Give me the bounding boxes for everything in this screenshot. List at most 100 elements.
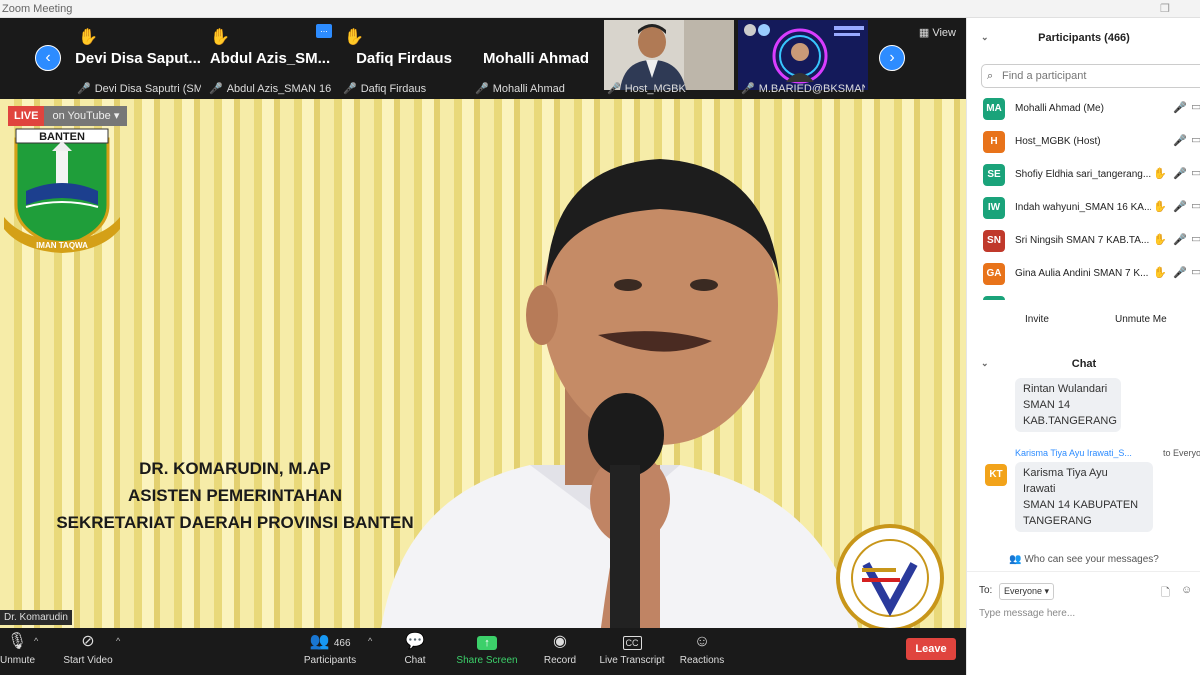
share-screen-label: Share Screen [456, 655, 518, 666]
invite-button[interactable]: Invite [1025, 314, 1049, 325]
view-button[interactable]: ▦ View [919, 26, 956, 39]
participant-row[interactable]: IW Indah wahyuni_SMAN 16 KA... ✋ 🎤 ▭ [967, 193, 1200, 226]
share-screen-button[interactable]: ↑ Share Screen [454, 632, 520, 666]
participant-row[interactable]: GA Gina Aulia Andini SMAN 7 K... ✋ 🎤 ▭ [967, 259, 1200, 292]
chat-header: ⌄ Chat [967, 358, 1200, 370]
raised-hand-icon: ✋ [1153, 234, 1167, 246]
participant-row[interactable]: H Host_MGBK (Host) 🎤 ▭ [967, 127, 1200, 160]
recipient-select[interactable]: Everyone ▾ [999, 583, 1055, 600]
reactions-button[interactable]: ☺ Reactions [678, 632, 726, 666]
caption-line: SEKRETARIAT DAERAH PROVINSI BANTEN [56, 513, 414, 532]
participant-name: Sri Ningsih SMAN 7 KAB.TA... [1015, 235, 1150, 246]
message-line: KAB.TANGERANG [1023, 415, 1117, 427]
participants-button[interactable]: 👥 466 Participants [300, 632, 360, 666]
raised-hand-icon: ✋ [1153, 267, 1167, 279]
video-off-icon: ▭ [1191, 233, 1200, 245]
participant-row[interactable]: SE Shofiy Eldhia sari_tangerang... ✋ 🎤 ▭ [967, 160, 1200, 193]
meeting-stage: ‹ ✋ Devi Disa Saput... 🎤 Devi Disa Saputr… [0, 18, 966, 628]
unmute-label: Unmute [0, 655, 36, 666]
start-video-button[interactable]: ⊘ Start Video [60, 632, 116, 666]
record-button[interactable]: ◉ Record [540, 632, 580, 666]
chat-message-input[interactable]: Type message here... [979, 608, 1075, 619]
strip-next-button[interactable]: › [879, 45, 905, 71]
chat-message-bubble: Rintan Wulandari SMAN 14 KAB.TANGERANG [1015, 378, 1121, 432]
participant-video-tile[interactable]: 🎤M.BARIED@BKSMAN5... [738, 20, 868, 99]
participants-title: Participants (466) [1038, 32, 1130, 44]
participant-tile[interactable]: ✋ Abdul Azis_SM... 🎤 Abdul Azis_SMAN 16 .… [206, 20, 334, 99]
video-off-icon: ▭ [1191, 167, 1200, 179]
participants-options-caret[interactable]: ^ [368, 636, 372, 646]
chat-label: Chat [404, 655, 426, 666]
participant-name: Mohalli Ahmad (Me) [1015, 103, 1104, 114]
leave-button[interactable]: Leave [906, 638, 956, 660]
participants-count: 466 [333, 638, 351, 649]
mic-muted-icon: 🎤 [1173, 168, 1187, 180]
collapse-chevron-icon[interactable]: ⌄ [981, 358, 989, 369]
window-titlebar: Zoom Meeting ❐ [0, 0, 1200, 18]
host-video-feed [604, 20, 734, 90]
participant-row[interactable]: MA Mohalli Ahmad (Me) 🎤 ▭ [967, 94, 1200, 127]
speaker-figure [381, 159, 859, 628]
grid-icon: ▦ [918, 27, 933, 39]
mic-muted-icon: 🎤 [343, 83, 357, 95]
who-can-see-link[interactable]: 👥 Who can see your messages? [967, 554, 1200, 572]
chat-button[interactable]: 💬 Chat [396, 632, 434, 666]
participant-strip: ‹ ✋ Devi Disa Saput... 🎤 Devi Disa Saputr… [0, 18, 966, 99]
avatar: SN [983, 230, 1005, 252]
participant-tile[interactable]: ✋ Devi Disa Saput... 🎤 Devi Disa Saputri … [74, 20, 202, 99]
raised-hand-icon: ✋ [344, 29, 364, 46]
tile-label: 🎤 Devi Disa Saputri (SM... [77, 83, 201, 95]
video-off-icon: ▭ [1191, 134, 1200, 146]
raised-hand-icon: ✋ [1153, 201, 1167, 213]
message-line: Rintan Wulandari [1023, 383, 1108, 395]
restore-icon[interactable]: ❐ [1160, 0, 1170, 18]
record-label: Record [543, 655, 577, 666]
tile-name: Mohalli Ahmad [482, 50, 590, 67]
tile-name: Abdul Azis_SM... [209, 50, 331, 67]
participant-tile[interactable]: ✋ Dafiq Firdaus 🎤 Dafiq Firdaus [340, 20, 468, 99]
organization-seal-logo [836, 524, 944, 628]
message-line: SMAN 14 [1023, 399, 1071, 411]
collapse-chevron-icon[interactable]: ⌄ [981, 32, 989, 43]
live-transcript-button[interactable]: CC Live Transcript [596, 632, 668, 666]
tile-name: Dafiq Firdaus [356, 50, 452, 67]
to-label: To: [979, 585, 993, 596]
video-off-icon: ▭ [1191, 200, 1200, 212]
participant-video-feed [738, 20, 868, 90]
message-line: Irawati [1023, 483, 1056, 495]
file-icon[interactable]: 🗋 [1161, 584, 1170, 603]
mic-off-icon: 🎙 [6, 633, 28, 650]
tile-label: 🎤M.BARIED@BKSMAN5... [741, 83, 865, 95]
chat-title: Chat [1071, 358, 1097, 370]
speaker-caption: DR. KOMARUDIN, M.AP ASISTEN PEMERINTAHAN… [0, 455, 470, 536]
message-line: Karisma Tiya Ayu [1023, 467, 1108, 479]
caption-line: DR. KOMARUDIN, M.AP [139, 459, 331, 478]
live-transcript-label: Live Transcript [599, 655, 665, 666]
participant-tile[interactable]: Mohalli Ahmad 🎤 Mohalli Ahmad [472, 20, 600, 99]
unmute-me-button[interactable]: Unmute Me [1115, 314, 1167, 325]
strip-prev-button[interactable]: ‹ [35, 45, 61, 71]
participant-search-input[interactable]: ⌕ Find a participant [981, 64, 1200, 88]
participant-row[interactable]: SN Sri Ningsih SMAN 7 KAB.TA... ✋ 🎤 ▭ [967, 226, 1200, 259]
participant-name: Shofiy Eldhia sari_tangerang... [1015, 169, 1151, 180]
mic-muted-icon: 🎤 [1173, 234, 1187, 246]
more-options-button[interactable]: ... [316, 24, 332, 38]
emoji-icon[interactable]: ☺ [1181, 584, 1192, 596]
audio-options-caret[interactable]: ^ [34, 636, 38, 646]
participant-name: Host_MGBK (Host) [1015, 136, 1101, 147]
raised-hand-icon: ✋ [78, 29, 98, 46]
participants-label: Participants [303, 655, 357, 666]
side-panel: ⌄ Participants (466) ⌕ Find a participan… [966, 18, 1200, 675]
avatar: H [983, 131, 1005, 153]
avatar: MA [983, 98, 1005, 120]
tile-label: 🎤 Host_MGBK [607, 83, 686, 95]
avatar: KT [985, 464, 1007, 486]
reactions-label: Reactions [679, 655, 725, 666]
tile-label: 🎤 Mohalli Ahmad [475, 83, 565, 95]
participant-video-tile[interactable]: 🎤 Host_MGBK [604, 20, 734, 99]
window-title: Zoom Meeting [2, 3, 73, 15]
video-off-icon: ⊘ [81, 633, 95, 650]
video-options-caret[interactable]: ^ [116, 636, 120, 646]
avatar: GA [983, 263, 1005, 285]
unmute-button[interactable]: 🎙 Unmute [0, 632, 36, 666]
